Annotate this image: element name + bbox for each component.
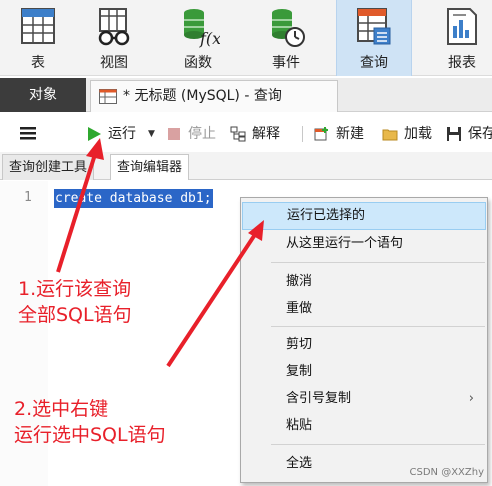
event-icon xyxy=(272,9,305,47)
menu-item-run-selected[interactable]: 运行已选择的 xyxy=(242,202,486,230)
tab-objects[interactable]: 对象 xyxy=(0,78,86,112)
menu-item-copy-quoted[interactable]: 含引号复制 › xyxy=(242,385,486,413)
ribbon-table-label: 表 xyxy=(31,55,45,71)
ribbon-view-button[interactable]: 视图 xyxy=(76,0,152,76)
svg-text:f(x): f(x) xyxy=(199,29,220,48)
ribbon-event-label: 事件 xyxy=(272,55,300,71)
explain-button[interactable]: 解释 xyxy=(230,124,290,144)
ribbon-function-button[interactable]: f(x) 函数 xyxy=(160,0,236,76)
toolbar-divider xyxy=(302,126,303,142)
main-ribbon: 表 视图 f(x) 函数 xyxy=(0,0,492,76)
menu-separator xyxy=(271,326,485,327)
new-query-icon xyxy=(314,127,328,141)
watermark: CSDN @XXZhy xyxy=(409,467,485,478)
ribbon-view-label: 视图 xyxy=(100,55,128,71)
query-tab-icon xyxy=(99,89,117,104)
document-tab-bar: 对象 * 无标题 (MySQL) - 查询 xyxy=(0,78,492,112)
stop-icon xyxy=(168,128,180,140)
annotation-run-selected: 2.选中右键 运行选中SQL语句 xyxy=(14,396,166,448)
annotation-run-all-line1: 1.运行该查询 xyxy=(18,278,132,300)
run-button[interactable]: 运行 ▼ xyxy=(86,124,156,144)
load-button[interactable]: 加载 xyxy=(382,124,440,144)
function-icon: f(x) xyxy=(184,9,220,48)
save-label: 保存 xyxy=(468,126,492,142)
ribbon-event-button[interactable]: 事件 xyxy=(248,0,324,76)
ribbon-report-button[interactable]: 报表 xyxy=(424,0,492,76)
folder-icon xyxy=(382,129,398,141)
menu-item-redo[interactable]: 重做 xyxy=(242,295,486,323)
report-icon xyxy=(447,8,477,45)
ribbon-table-button[interactable]: 表 xyxy=(0,0,76,76)
menu-separator xyxy=(271,262,485,263)
save-button[interactable]: 保存 xyxy=(446,124,492,144)
tab-query-editor[interactable]: 查询编辑器 xyxy=(110,154,190,180)
menu-separator xyxy=(271,444,485,445)
stop-button[interactable]: 停止 xyxy=(166,124,226,144)
menu-item-paste[interactable]: 粘贴 xyxy=(242,412,486,440)
submenu-chevron-icon: › xyxy=(468,391,474,406)
query-icon xyxy=(357,8,391,45)
table-icon xyxy=(21,8,55,44)
annotation-run-all: 1.运行该查询 全部SQL语句 xyxy=(18,276,132,328)
new-query-label: 新建 xyxy=(336,126,364,142)
menu-item-copy[interactable]: 复制 xyxy=(242,358,486,386)
run-label: 运行 xyxy=(108,126,136,142)
tab-untitled-query-label: * 无标题 (MySQL) - 查询 xyxy=(123,88,282,104)
stop-label: 停止 xyxy=(188,126,216,142)
explain-icon xyxy=(230,126,246,142)
explain-label: 解释 xyxy=(252,126,280,142)
view-icon xyxy=(98,8,130,46)
menu-item-undo[interactable]: 撤消 xyxy=(242,268,486,296)
play-icon xyxy=(88,127,101,141)
annotation-run-selected-line2: 运行选中SQL语句 xyxy=(14,424,166,446)
new-query-button[interactable]: 新建 xyxy=(314,124,372,144)
selected-sql-text[interactable]: create database db1; xyxy=(54,189,213,208)
menu-item-cut[interactable]: 剪切 xyxy=(242,331,486,359)
annotation-run-all-line2: 全部SQL语句 xyxy=(18,304,132,326)
menu-icon[interactable] xyxy=(20,125,36,141)
run-dropdown-icon[interactable]: ▼ xyxy=(148,124,155,144)
annotation-run-selected-line1: 2.选中右键 xyxy=(14,398,109,420)
ribbon-query-button[interactable]: 查询 xyxy=(336,0,412,76)
tab-query-builder[interactable]: 查询创建工具 xyxy=(2,154,95,180)
ribbon-report-label: 报表 xyxy=(448,55,476,71)
context-menu: 运行已选择的 从这里运行一个语句 撤消 重做 剪切 复制 含引号复制 › 粘贴 … xyxy=(240,197,488,483)
ribbon-query-label: 查询 xyxy=(360,55,388,71)
load-label: 加载 xyxy=(404,126,432,142)
editor-subtabs: 查询创建工具 查询编辑器 xyxy=(0,152,492,180)
save-icon xyxy=(447,127,461,141)
ribbon-function-label: 函数 xyxy=(184,55,212,71)
menu-item-run-from-here[interactable]: 从这里运行一个语句 xyxy=(242,230,486,258)
query-toolbar: 运行 ▼ 停止 解释 新建 加载 保存 xyxy=(0,114,492,152)
line-number: 1 xyxy=(24,190,32,205)
tab-untitled-query[interactable]: * 无标题 (MySQL) - 查询 xyxy=(90,80,338,112)
menu-item-copy-quoted-label: 含引号复制 xyxy=(286,391,352,406)
